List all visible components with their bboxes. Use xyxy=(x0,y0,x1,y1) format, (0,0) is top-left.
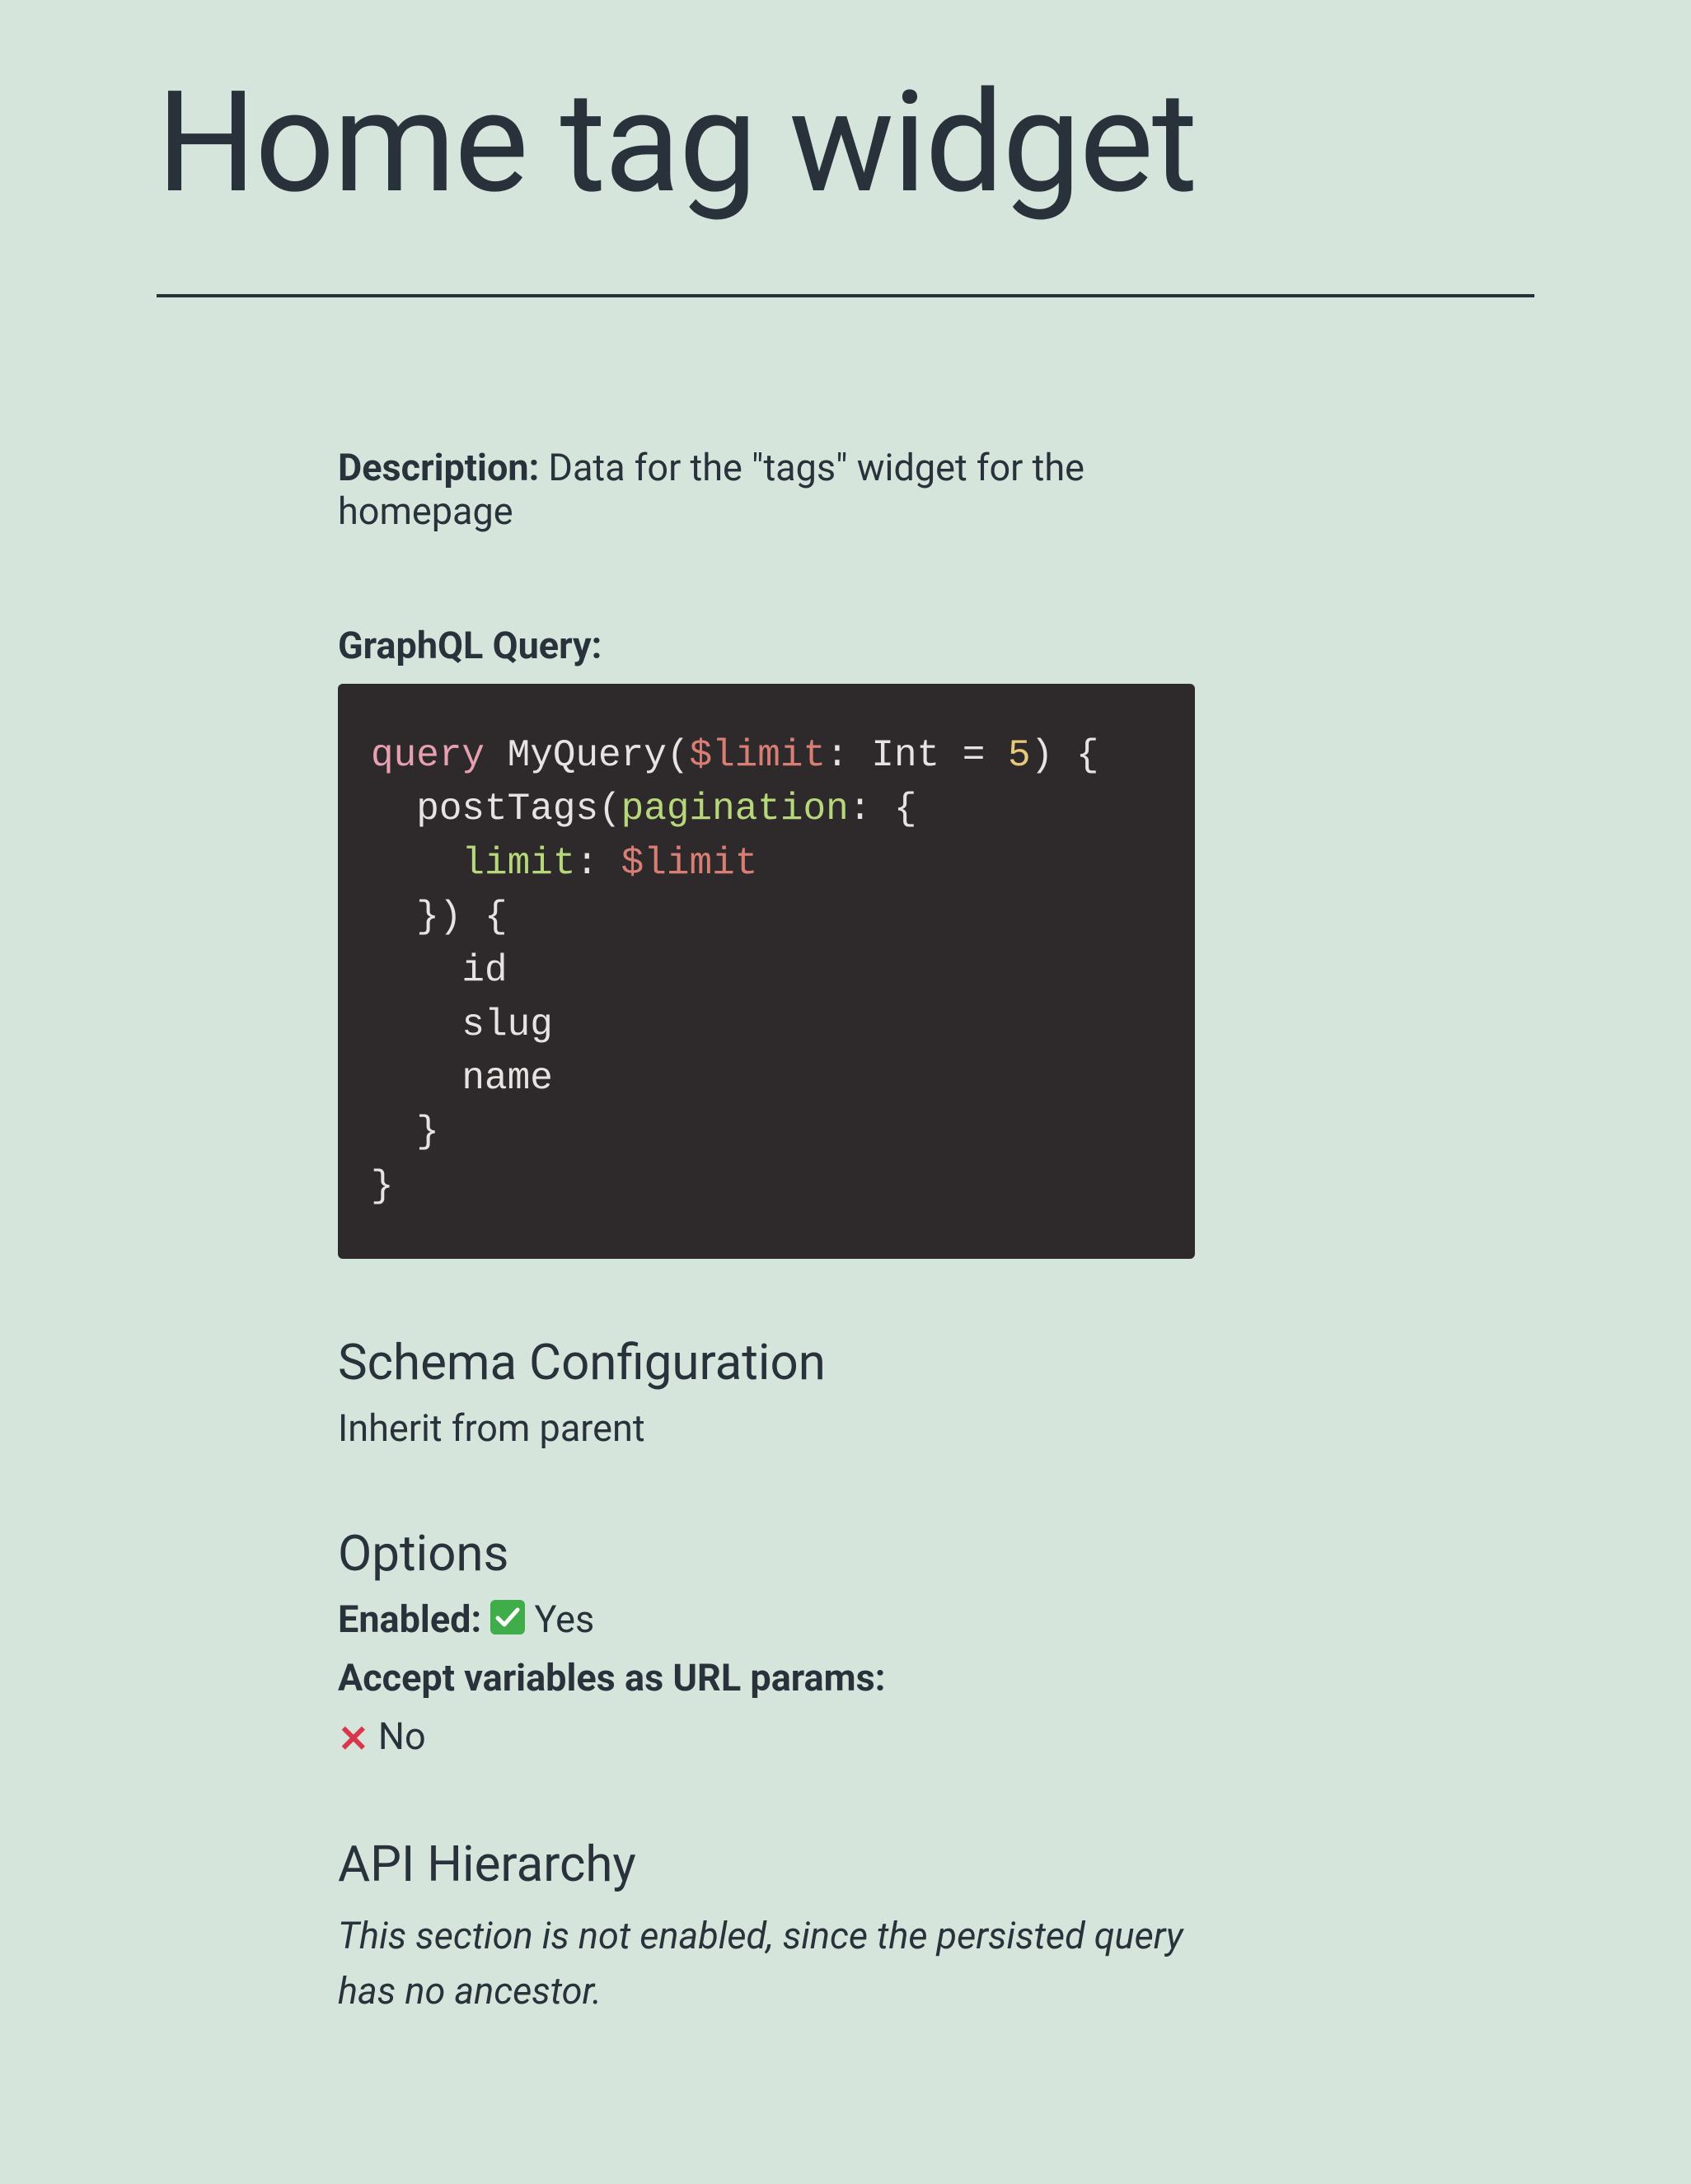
code-keyword: query xyxy=(371,734,485,777)
graphql-query-label: GraphQL Query: xyxy=(338,624,1195,667)
option-enabled-value: Yes xyxy=(535,1597,595,1641)
description-row: Description: Data for the "tags" widget … xyxy=(338,446,1195,533)
document-page: Home tag widget Description: Data for th… xyxy=(0,0,1691,2184)
graphql-code-block: query MyQuery($limit: Int = 5) { postTag… xyxy=(338,684,1195,1259)
code-arg: limit xyxy=(461,842,575,885)
api-hierarchy-note: This section is not enabled, since the p… xyxy=(338,1908,1195,2019)
code-query-name: MyQuery xyxy=(508,734,667,777)
check-icon xyxy=(490,1600,525,1634)
code-field: name xyxy=(461,1057,552,1100)
code-type: Int xyxy=(871,734,939,777)
description-label: Description: xyxy=(338,446,539,489)
code-field: slug xyxy=(461,1003,552,1046)
code-field: postTags xyxy=(416,788,598,830)
code-variable: $limit xyxy=(621,842,758,885)
code-arg: pagination xyxy=(621,788,849,830)
cross-icon: ✕ xyxy=(338,1717,369,1761)
page-title: Home tag widget xyxy=(157,66,1534,220)
code-variable: $limit xyxy=(689,734,826,777)
option-accept-row: Accept variables as URL params: xyxy=(338,1656,1195,1700)
option-enabled-label: Enabled: xyxy=(338,1597,481,1641)
content-column: Description: Data for the "tags" widget … xyxy=(157,446,1195,2019)
title-divider xyxy=(157,294,1534,297)
code-field: id xyxy=(461,949,507,992)
schema-text: Inherit from parent xyxy=(338,1406,1195,1450)
options-heading: Options xyxy=(338,1524,1195,1583)
option-accept-label: Accept variables as URL params: xyxy=(338,1656,885,1700)
option-accept-value-row: ✕ No xyxy=(338,1714,1195,1761)
schema-heading: Schema Configuration xyxy=(338,1333,1195,1391)
option-accept-value: No xyxy=(378,1714,426,1758)
code-eq: = xyxy=(963,734,986,777)
option-enabled-row: Enabled: Yes xyxy=(338,1597,1195,1641)
api-hierarchy-heading: API Hierarchy xyxy=(338,1835,1195,1893)
code-number: 5 xyxy=(1008,734,1031,777)
